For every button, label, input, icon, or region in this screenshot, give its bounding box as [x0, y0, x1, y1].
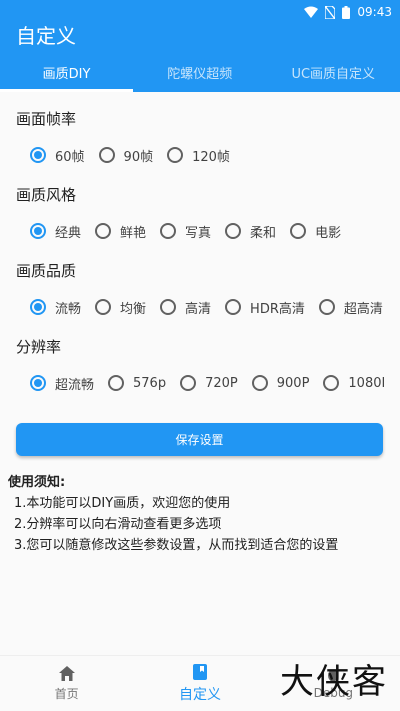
settings-content: 画面帧率 60帧 90帧 120帧 画质风格 经典 鲜艳 写真 柔和 电影 画质品质 流畅 均… [0, 108, 400, 456]
radio-label: 超流畅 [55, 377, 95, 393]
note-item: 2.分辨率可以向右滑动查看更多选项 [14, 517, 222, 532]
radio-unchecked-icon [225, 299, 242, 315]
radio-label: 1080P [348, 375, 384, 391]
app-bar: 自定义 画质DIY 陀螺仪超频 UC画质自定义 [0, 24, 400, 92]
radio-group-framerate: 60帧 90帧 120帧 [30, 140, 384, 170]
clock: 09:43 [357, 5, 392, 19]
radio-group-quality: 流畅 均衡 高清 HDR高清 超高清 [30, 292, 384, 322]
nav-home[interactable]: 首页 [0, 656, 133, 711]
note-item: 1.本功能可以DIY画质，欢迎您的使用 [14, 496, 231, 511]
section-title-framerate: 画面帧率 [16, 110, 77, 128]
radio-label: 90帧 [123, 149, 154, 165]
radio-label: 720P [205, 375, 238, 391]
radio-label: 均衡 [120, 301, 147, 317]
battery-icon [342, 5, 351, 19]
home-icon [58, 665, 75, 681]
tab-diy[interactable]: 画质DIY [0, 52, 133, 92]
save-button[interactable]: 保存设置 [16, 423, 383, 456]
radio-label: 写真 [185, 225, 212, 241]
wifi-icon [304, 6, 319, 18]
radio-label: 高清 [185, 301, 212, 317]
radio-unchecked-icon [98, 147, 115, 163]
section-title-style: 画质风格 [16, 186, 77, 204]
usage-notes: 使用须知: 1.本功能可以DIY画质，欢迎您的使用 2.分辨率可以向右滑动查看更… [0, 473, 400, 556]
nav-home-label: 首页 [54, 686, 79, 701]
radio-option[interactable]: 鲜艳 [95, 222, 146, 241]
radio-unchecked-icon [160, 223, 177, 239]
radio-option[interactable]: 90帧 [98, 146, 154, 165]
radio-option[interactable]: 超高清 [318, 298, 383, 317]
note-item: 3.您可以随意修改这些参数设置，从而找到适合您的设置 [14, 538, 339, 553]
watermark-logo: 大侠客 [280, 662, 388, 702]
radio-unchecked-icon [290, 223, 307, 239]
radio-label: 576p [133, 375, 167, 391]
radio-option[interactable]: 高清 [160, 298, 211, 317]
radio-checked-icon [30, 147, 46, 163]
radio-label: 超高清 [343, 301, 383, 317]
radio-label: 900P [276, 375, 310, 391]
radio-option[interactable]: 写真 [160, 222, 211, 241]
radio-option[interactable]: 电影 [290, 222, 341, 241]
radio-option[interactable]: 超流畅 [30, 374, 94, 393]
radio-group-resolution[interactable]: 超流畅 576p 720P 900P 1080P [30, 368, 384, 398]
page-title: 自定义 [16, 24, 76, 48]
radio-unchecked-icon [251, 375, 268, 391]
radio-label: 经典 [55, 225, 82, 241]
radio-option[interactable]: 900P [251, 375, 310, 391]
section-title-quality: 画质品质 [16, 262, 77, 280]
tab-uc[interactable]: UC画质自定义 [267, 52, 400, 92]
section-title-resolution: 分辨率 [16, 338, 62, 356]
radio-checked-icon [30, 375, 46, 391]
notes-title: 使用须知: [8, 475, 66, 490]
radio-option[interactable]: 经典 [30, 222, 81, 241]
radio-label: 鲜艳 [120, 225, 147, 241]
radio-option[interactable]: 60帧 [30, 146, 85, 165]
radio-unchecked-icon [95, 223, 112, 239]
radio-unchecked-icon [318, 299, 335, 315]
radio-unchecked-icon [95, 299, 112, 315]
radio-unchecked-icon [167, 147, 184, 163]
radio-label: 电影 [315, 225, 342, 241]
radio-option[interactable]: HDR高清 [225, 298, 305, 317]
radio-checked-icon [30, 299, 46, 315]
radio-unchecked-icon [225, 223, 242, 239]
radio-option[interactable]: 720P [180, 375, 238, 391]
radio-option[interactable]: 柔和 [225, 222, 276, 241]
bookmark-icon [192, 663, 207, 680]
radio-label: 60帧 [55, 149, 85, 165]
radio-unchecked-icon [180, 375, 197, 391]
radio-label: HDR高清 [250, 301, 305, 317]
status-bar: 09:43 [0, 0, 400, 24]
radio-unchecked-icon [323, 375, 340, 391]
tab-gyro[interactable]: 陀螺仪超频 [133, 52, 267, 92]
radio-checked-icon [30, 223, 46, 239]
nav-custom-label: 自定义 [178, 686, 221, 703]
radio-option[interactable]: 1080P [323, 375, 384, 391]
no-sim-icon [325, 5, 336, 19]
radio-label: 柔和 [250, 225, 277, 241]
radio-option[interactable]: 均衡 [95, 298, 146, 317]
radio-group-style: 经典 鲜艳 写真 柔和 电影 [30, 216, 384, 246]
radio-unchecked-icon [108, 375, 125, 391]
radio-label: 流畅 [55, 301, 82, 317]
radio-unchecked-icon [160, 299, 177, 315]
nav-custom[interactable]: 自定义 [133, 656, 266, 711]
radio-option[interactable]: 576p [108, 375, 166, 391]
radio-label: 120帧 [192, 149, 230, 165]
radio-option[interactable]: 120帧 [167, 146, 230, 165]
radio-option[interactable]: 流畅 [30, 298, 81, 317]
tab-bar: 画质DIY 陀螺仪超频 UC画质自定义 [0, 52, 400, 92]
